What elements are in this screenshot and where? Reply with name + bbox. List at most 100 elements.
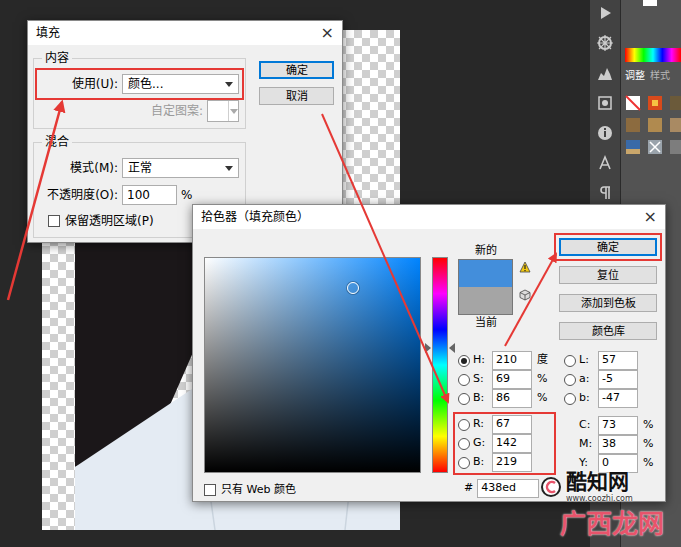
dropdown-icon [225,82,233,87]
value-label: R: [473,416,489,433]
value-input[interactable] [492,351,532,370]
watermark-logo-icon [540,476,562,498]
dropdown-icon [230,109,238,114]
gamut-warning-icon [519,261,531,273]
value-label: B: [473,454,489,471]
radio-button[interactable] [458,438,470,450]
hue-track [432,257,448,473]
hue-slider[interactable] [425,257,455,473]
color-marker[interactable] [347,282,359,294]
info-icon [596,124,614,142]
value-input[interactable] [598,416,638,435]
color-field[interactable] [204,257,421,473]
watermark-corner: 广西龙网 [560,508,664,540]
color-value-row: C:% [564,416,657,435]
cancel-button[interactable]: 取消 [259,87,334,105]
radio-button[interactable] [458,355,470,367]
unit-label: % [535,390,551,407]
radio-button[interactable] [458,393,470,405]
field-label: 模式(M): [40,159,118,177]
add-to-swatches-button[interactable]: 添加到色板 [559,294,657,312]
value-label: B: [473,390,489,407]
foreground-swatch[interactable] [643,0,657,6]
preserve-checkbox[interactable] [48,215,60,227]
radio-button[interactable] [458,419,470,431]
ok-button[interactable]: 确定 [559,238,657,256]
color-value-row: R: [458,415,551,434]
color-value-row: B: [458,453,551,472]
radio-button[interactable] [564,393,576,405]
use-select[interactable]: 颜色... [122,74,239,94]
panel-tab[interactable]: 样式 [650,69,670,83]
color-value-row: M:% [564,435,657,454]
new-color-label: 新的 [458,243,513,259]
radio-button[interactable] [564,355,576,367]
thumb-right-icon [449,343,455,353]
radio-button[interactable] [564,374,576,386]
pattern-picker [207,100,239,122]
value-input[interactable] [492,434,532,453]
current-color-label: 当前 [458,315,513,331]
value-input[interactable] [598,370,638,389]
unit-label: % [181,186,192,204]
select-value: 正常 [128,159,152,177]
hex-input[interactable] [477,479,539,498]
thumb-left-icon [425,343,431,353]
photoshop-workspace: 调整样式填充×内容使用(U):颜色...自定图案:混合模式(M):正常不透明度(… [0,0,681,547]
current-color-swatch[interactable] [459,287,512,314]
preset-icon [669,95,681,111]
value-label: a: [579,371,595,388]
unit-label: 度 [535,352,551,369]
ok-button[interactable]: 确定 [259,61,334,79]
value-input[interactable] [598,454,638,473]
character-icon [596,154,614,172]
select-value: 颜色... [128,75,163,93]
hex-label: # [464,480,473,497]
title-bar: 拾色器（填充颜色）× [193,205,665,229]
reset-button[interactable]: 复位 [559,266,657,284]
adjust-icon [596,94,614,112]
field-label: 不透明度(O): [40,186,118,204]
panel-tab[interactable]: 调整 [625,69,645,83]
radio-button[interactable] [458,374,470,386]
mode-select[interactable]: 正常 [122,158,239,178]
panel-tabs: 调整样式 [625,67,681,85]
color-spectrum[interactable] [625,48,681,62]
watermark-url: www.coozhi.com [566,494,633,504]
value-input[interactable] [492,453,532,472]
value-input[interactable] [492,389,532,408]
watermark: 酷知网www.coozhi.com [540,470,633,504]
value-input[interactable] [492,415,532,434]
radio-button[interactable] [458,457,470,469]
value-input[interactable] [598,389,638,408]
dropdown-icon [225,166,233,171]
value-label: Y: [579,455,595,472]
title-bar: 填充× [28,21,342,45]
value-input[interactable] [598,435,638,454]
color-value-row: L: [564,351,657,370]
preset-icon [647,117,663,133]
wheel-icon [596,34,614,52]
close-button[interactable]: × [321,25,334,41]
unit-label: % [535,371,551,388]
dialog-body: 只有 Web 颜色新的当前确定复位添加到色板颜色库H:度S:%B:%R:G:B:… [193,229,665,499]
color-value-row: H:度 [458,351,556,370]
watermark-site: 酷知网 [566,470,633,494]
color-libraries-button[interactable]: 颜色库 [559,322,657,340]
group-label: 混合 [42,135,72,149]
web-cube-icon [519,289,531,301]
web-only-row: 只有 Web 颜色 [204,481,421,499]
value-input[interactable] [492,370,532,389]
color-picker-dialog: 拾色器（填充颜色）×只有 Web 颜色新的当前确定复位添加到色板颜色库H:度S:… [192,204,666,502]
close-button[interactable]: × [644,209,657,225]
pattern-row: 自定图案: [40,100,239,122]
opacity-row: 不透明度(O):% [40,184,239,206]
web-only-checkbox[interactable] [204,484,216,496]
value-label: L: [579,352,595,369]
adjustment-presets [625,95,681,155]
value-label: S: [473,371,489,388]
value-input[interactable] [598,351,638,370]
swatch-and-buttons: 新的当前确定复位添加到色板颜色库 [458,229,657,351]
swatch-block: 新的当前 [458,229,548,351]
opacity-input[interactable] [122,185,177,205]
